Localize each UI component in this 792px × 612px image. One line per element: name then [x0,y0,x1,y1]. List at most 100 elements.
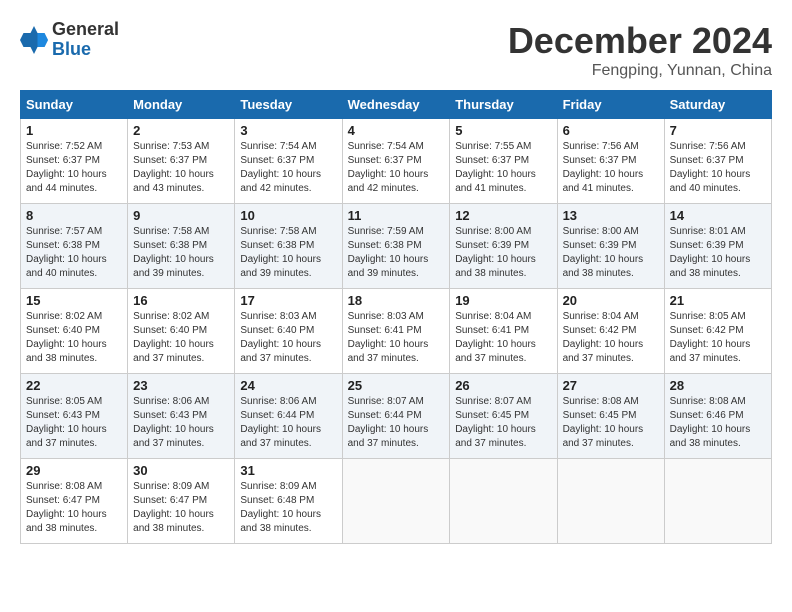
day-number: 24 [240,378,336,393]
day-info: Sunrise: 7:56 AMSunset: 6:37 PMDaylight:… [670,141,751,194]
day-info: Sunrise: 8:08 AMSunset: 6:46 PMDaylight:… [670,396,751,449]
table-row: 13 Sunrise: 8:00 AMSunset: 6:39 PMDaylig… [557,204,664,289]
day-info: Sunrise: 8:09 AMSunset: 6:47 PMDaylight:… [133,481,214,534]
day-number: 5 [455,123,551,138]
day-number: 21 [670,293,766,308]
day-info: Sunrise: 8:06 AMSunset: 6:43 PMDaylight:… [133,396,214,449]
day-info: Sunrise: 8:00 AMSunset: 6:39 PMDaylight:… [563,226,644,279]
day-info: Sunrise: 8:05 AMSunset: 6:43 PMDaylight:… [26,396,107,449]
day-info: Sunrise: 7:54 AMSunset: 6:37 PMDaylight:… [240,141,321,194]
day-number: 14 [670,208,766,223]
day-info: Sunrise: 8:03 AMSunset: 6:41 PMDaylight:… [348,311,429,364]
day-number: 19 [455,293,551,308]
table-row: 21 Sunrise: 8:05 AMSunset: 6:42 PMDaylig… [664,289,771,374]
day-number: 8 [26,208,122,223]
day-info: Sunrise: 8:04 AMSunset: 6:42 PMDaylight:… [563,311,644,364]
table-row [664,459,771,544]
page-header: General Blue December 2024 Fengping, Yun… [20,20,772,80]
day-info: Sunrise: 7:56 AMSunset: 6:37 PMDaylight:… [563,141,644,194]
calendar-week-row: 15 Sunrise: 8:02 AMSunset: 6:40 PMDaylig… [21,289,772,374]
day-number: 15 [26,293,122,308]
logo: General Blue [20,20,119,60]
day-number: 3 [240,123,336,138]
table-row: 14 Sunrise: 8:01 AMSunset: 6:39 PMDaylig… [664,204,771,289]
day-info: Sunrise: 8:07 AMSunset: 6:45 PMDaylight:… [455,396,536,449]
day-number: 26 [455,378,551,393]
day-info: Sunrise: 8:04 AMSunset: 6:41 PMDaylight:… [455,311,536,364]
header-sunday: Sunday [21,91,128,119]
table-row: 27 Sunrise: 8:08 AMSunset: 6:45 PMDaylig… [557,374,664,459]
day-info: Sunrise: 8:08 AMSunset: 6:45 PMDaylight:… [563,396,644,449]
title-block: December 2024 Fengping, Yunnan, China [508,20,772,80]
logo-icon [20,26,48,54]
day-number: 27 [563,378,659,393]
table-row: 30 Sunrise: 8:09 AMSunset: 6:47 PMDaylig… [128,459,235,544]
day-number: 29 [26,463,122,478]
table-row: 3 Sunrise: 7:54 AMSunset: 6:37 PMDayligh… [235,119,342,204]
day-info: Sunrise: 8:02 AMSunset: 6:40 PMDaylight:… [133,311,214,364]
day-info: Sunrise: 8:05 AMSunset: 6:42 PMDaylight:… [670,311,751,364]
location-title: Fengping, Yunnan, China [508,62,772,80]
day-number: 4 [348,123,445,138]
day-info: Sunrise: 7:53 AMSunset: 6:37 PMDaylight:… [133,141,214,194]
calendar-week-row: 22 Sunrise: 8:05 AMSunset: 6:43 PMDaylig… [21,374,772,459]
day-info: Sunrise: 7:58 AMSunset: 6:38 PMDaylight:… [133,226,214,279]
day-info: Sunrise: 8:07 AMSunset: 6:44 PMDaylight:… [348,396,429,449]
table-row: 24 Sunrise: 8:06 AMSunset: 6:44 PMDaylig… [235,374,342,459]
table-row: 28 Sunrise: 8:08 AMSunset: 6:46 PMDaylig… [664,374,771,459]
day-number: 10 [240,208,336,223]
day-number: 22 [26,378,122,393]
table-row: 26 Sunrise: 8:07 AMSunset: 6:45 PMDaylig… [450,374,557,459]
table-row: 10 Sunrise: 7:58 AMSunset: 6:38 PMDaylig… [235,204,342,289]
day-number: 11 [348,208,445,223]
table-row: 8 Sunrise: 7:57 AMSunset: 6:38 PMDayligh… [21,204,128,289]
table-row: 2 Sunrise: 7:53 AMSunset: 6:37 PMDayligh… [128,119,235,204]
table-row: 15 Sunrise: 8:02 AMSunset: 6:40 PMDaylig… [21,289,128,374]
table-row: 6 Sunrise: 7:56 AMSunset: 6:37 PMDayligh… [557,119,664,204]
day-info: Sunrise: 8:02 AMSunset: 6:40 PMDaylight:… [26,311,107,364]
calendar-week-row: 8 Sunrise: 7:57 AMSunset: 6:38 PMDayligh… [21,204,772,289]
day-info: Sunrise: 7:52 AMSunset: 6:37 PMDaylight:… [26,141,107,194]
table-row [450,459,557,544]
table-row: 5 Sunrise: 7:55 AMSunset: 6:37 PMDayligh… [450,119,557,204]
day-number: 1 [26,123,122,138]
table-row: 31 Sunrise: 8:09 AMSunset: 6:48 PMDaylig… [235,459,342,544]
day-number: 31 [240,463,336,478]
table-row: 11 Sunrise: 7:59 AMSunset: 6:38 PMDaylig… [342,204,450,289]
day-number: 9 [133,208,229,223]
header-monday: Monday [128,91,235,119]
day-number: 17 [240,293,336,308]
day-number: 2 [133,123,229,138]
day-info: Sunrise: 7:55 AMSunset: 6:37 PMDaylight:… [455,141,536,194]
table-row: 7 Sunrise: 7:56 AMSunset: 6:37 PMDayligh… [664,119,771,204]
table-row [342,459,450,544]
table-row: 22 Sunrise: 8:05 AMSunset: 6:43 PMDaylig… [21,374,128,459]
day-number: 7 [670,123,766,138]
day-info: Sunrise: 8:08 AMSunset: 6:47 PMDaylight:… [26,481,107,534]
day-number: 20 [563,293,659,308]
day-number: 28 [670,378,766,393]
table-row: 23 Sunrise: 8:06 AMSunset: 6:43 PMDaylig… [128,374,235,459]
day-number: 6 [563,123,659,138]
month-title: December 2024 [508,20,772,62]
header-tuesday: Tuesday [235,91,342,119]
day-info: Sunrise: 7:54 AMSunset: 6:37 PMDaylight:… [348,141,429,194]
table-row: 1 Sunrise: 7:52 AMSunset: 6:37 PMDayligh… [21,119,128,204]
day-info: Sunrise: 8:01 AMSunset: 6:39 PMDaylight:… [670,226,751,279]
day-number: 25 [348,378,445,393]
header-friday: Friday [557,91,664,119]
table-row: 25 Sunrise: 8:07 AMSunset: 6:44 PMDaylig… [342,374,450,459]
header-saturday: Saturday [664,91,771,119]
day-info: Sunrise: 7:59 AMSunset: 6:38 PMDaylight:… [348,226,429,279]
table-row: 16 Sunrise: 8:02 AMSunset: 6:40 PMDaylig… [128,289,235,374]
calendar-week-row: 1 Sunrise: 7:52 AMSunset: 6:37 PMDayligh… [21,119,772,204]
header-wednesday: Wednesday [342,91,450,119]
day-number: 16 [133,293,229,308]
table-row: 19 Sunrise: 8:04 AMSunset: 6:41 PMDaylig… [450,289,557,374]
table-row: 29 Sunrise: 8:08 AMSunset: 6:47 PMDaylig… [21,459,128,544]
table-row: 17 Sunrise: 8:03 AMSunset: 6:40 PMDaylig… [235,289,342,374]
day-info: Sunrise: 8:03 AMSunset: 6:40 PMDaylight:… [240,311,321,364]
day-info: Sunrise: 8:06 AMSunset: 6:44 PMDaylight:… [240,396,321,449]
table-row: 12 Sunrise: 8:00 AMSunset: 6:39 PMDaylig… [450,204,557,289]
day-number: 18 [348,293,445,308]
